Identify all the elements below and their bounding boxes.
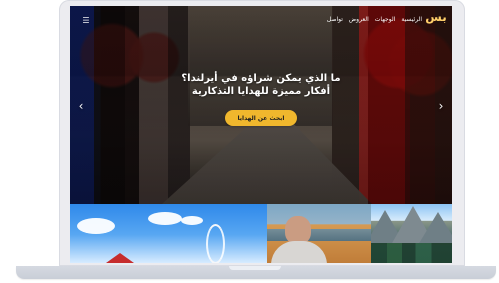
cloud [148,212,182,225]
hero-banner: ☰ الرئيسية الوجهات العروض تواصل بس ‹ › م… [70,6,452,204]
forest-band [371,243,452,263]
laptop-notch [229,266,281,270]
next-slide-icon[interactable]: › [436,99,446,113]
gallery-card-mountain-lake[interactable] [371,204,452,263]
nav-item-offers[interactable]: العروض [349,17,369,23]
laptop-mockup: ☰ الرئيسية الوجهات العروض تواصل بس ‹ › م… [0,0,499,283]
gallery-card-person-lake[interactable] [267,204,371,263]
website-screen: ☰ الرئيسية الوجهات العروض تواصل بس ‹ › م… [70,6,452,263]
destination-gallery [70,204,452,263]
nav-item-destinations[interactable]: الوجهات [375,17,396,23]
hero-content: ما الذي يمكن شراؤه في أيرلندا؟ أفكار ممي… [70,72,452,126]
cloud [77,218,115,234]
ferris-wheel-icon [206,224,225,263]
roof-shape [106,253,134,263]
previous-slide-icon[interactable]: ‹ [76,99,86,113]
gallery-card-sky-eye[interactable] [70,204,267,263]
brand-mark: بس [425,10,447,24]
laptop-base [16,266,496,279]
brand-logo[interactable]: بس [425,9,447,25]
person-head [285,216,311,244]
top-navigation: ☰ الرئيسية الوجهات العروض تواصل بس [70,6,452,34]
cloud [181,216,203,225]
hero-title: ما الذي يمكن شراؤه في أيرلندا؟ أفكار ممي… [181,73,341,97]
nav-item-home[interactable]: الرئيسية [401,17,422,23]
person-shoulder [271,241,327,263]
nav-links: الرئيسية الوجهات العروض تواصل [327,17,422,23]
hero-cta-label: ابحث عن الهدايا [237,114,285,122]
menu-icon[interactable]: ☰ [77,15,95,25]
lake-water [267,229,371,241]
nav-item-contact[interactable]: تواصل [327,17,343,23]
laptop-screen: ☰ الرئيسية الوجهات العروض تواصل بس ‹ › م… [59,0,465,266]
hero-cta-button[interactable]: ابحث عن الهدايا [225,110,297,126]
